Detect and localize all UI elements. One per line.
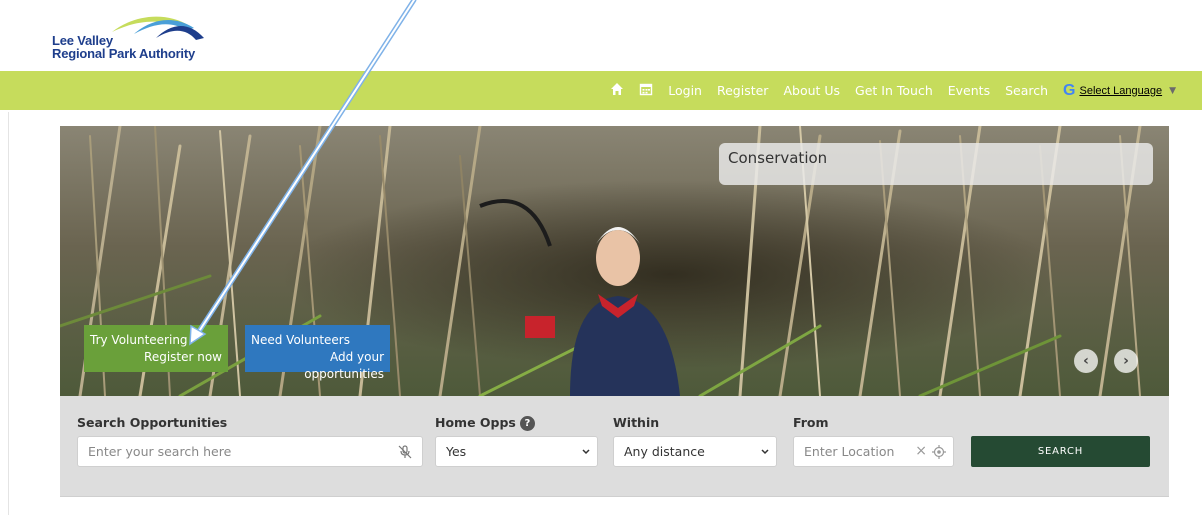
nav-about-us[interactable]: About Us: [783, 83, 840, 98]
carousel-next-button[interactable]: ›: [1114, 349, 1138, 373]
opportunity-search-panel: Search Opportunities Enter your search h…: [60, 396, 1169, 497]
location-input[interactable]: Enter Location ×: [793, 436, 954, 467]
add-opportunities-label: Add your opportunities: [304, 350, 384, 381]
google-translate-icon: G: [1063, 81, 1076, 99]
carousel-prev-button[interactable]: ‹: [1074, 349, 1098, 373]
chevron-down-icon: [582, 449, 590, 455]
language-dropdown-arrow-icon[interactable]: ▼: [1169, 86, 1176, 96]
nav-search[interactable]: Search: [1005, 83, 1048, 98]
try-volunteering-button[interactable]: Try Volunteering Register now: [84, 325, 228, 372]
language-select-label[interactable]: Select Language: [1080, 85, 1163, 97]
search-input[interactable]: Enter your search here: [77, 436, 423, 467]
chevron-down-icon: [761, 449, 769, 455]
chevron-left-icon: ‹: [1083, 353, 1089, 369]
nav-register[interactable]: Register: [717, 83, 768, 98]
hero-carousel: Conservation Try Volunteering Register n…: [60, 126, 1169, 396]
home-opps-selected-value: Yes: [446, 444, 467, 459]
logo-text-line2: Regional Park Authority: [52, 46, 195, 61]
location-input-placeholder: Enter Location: [804, 444, 895, 459]
within-selected-value: Any distance: [624, 444, 705, 459]
nav-login[interactable]: Login: [668, 83, 702, 98]
logo-swoosh-icon: [112, 16, 204, 40]
nav-get-in-touch[interactable]: Get In Touch: [855, 83, 933, 98]
within-select[interactable]: Any distance: [613, 436, 777, 467]
home-opps-label: Home Opps?: [435, 415, 535, 431]
need-volunteers-button[interactable]: Need Volunteers Add your opportunities: [245, 325, 390, 381]
calendar-icon[interactable]: [639, 82, 653, 99]
nav-events[interactable]: Events: [948, 83, 990, 98]
search-button[interactable]: SEARCH: [971, 436, 1150, 467]
slide-caption: Conservation: [719, 143, 1153, 185]
home-opps-label-text: Home Opps: [435, 415, 516, 430]
try-volunteering-label: Try Volunteering: [90, 333, 188, 347]
within-label: Within: [613, 415, 660, 430]
help-icon[interactable]: ?: [519, 416, 535, 431]
chevron-right-icon: ›: [1123, 353, 1129, 369]
search-input-placeholder: Enter your search here: [88, 444, 232, 459]
language-selector[interactable]: G Select Language ▼: [1063, 82, 1176, 100]
from-label: From: [793, 415, 829, 430]
main-nav-bar: Login Register About Us Get In Touch Eve…: [0, 71, 1202, 110]
site-logo[interactable]: Lee Valley Regional Park Authority: [52, 12, 207, 62]
clear-location-icon[interactable]: ×: [915, 443, 927, 459]
home-icon[interactable]: [610, 82, 624, 99]
need-volunteers-label: Need Volunteers: [251, 333, 350, 347]
search-opportunities-label: Search Opportunities: [77, 415, 228, 430]
home-opps-select[interactable]: Yes: [435, 436, 598, 467]
locate-me-icon[interactable]: [932, 445, 946, 459]
page-edge-rule: [8, 112, 9, 515]
microphone-off-icon[interactable]: [398, 445, 412, 459]
main-nav: Login Register About Us Get In Touch Eve…: [610, 71, 1176, 110]
register-now-label: Register now: [144, 350, 222, 364]
